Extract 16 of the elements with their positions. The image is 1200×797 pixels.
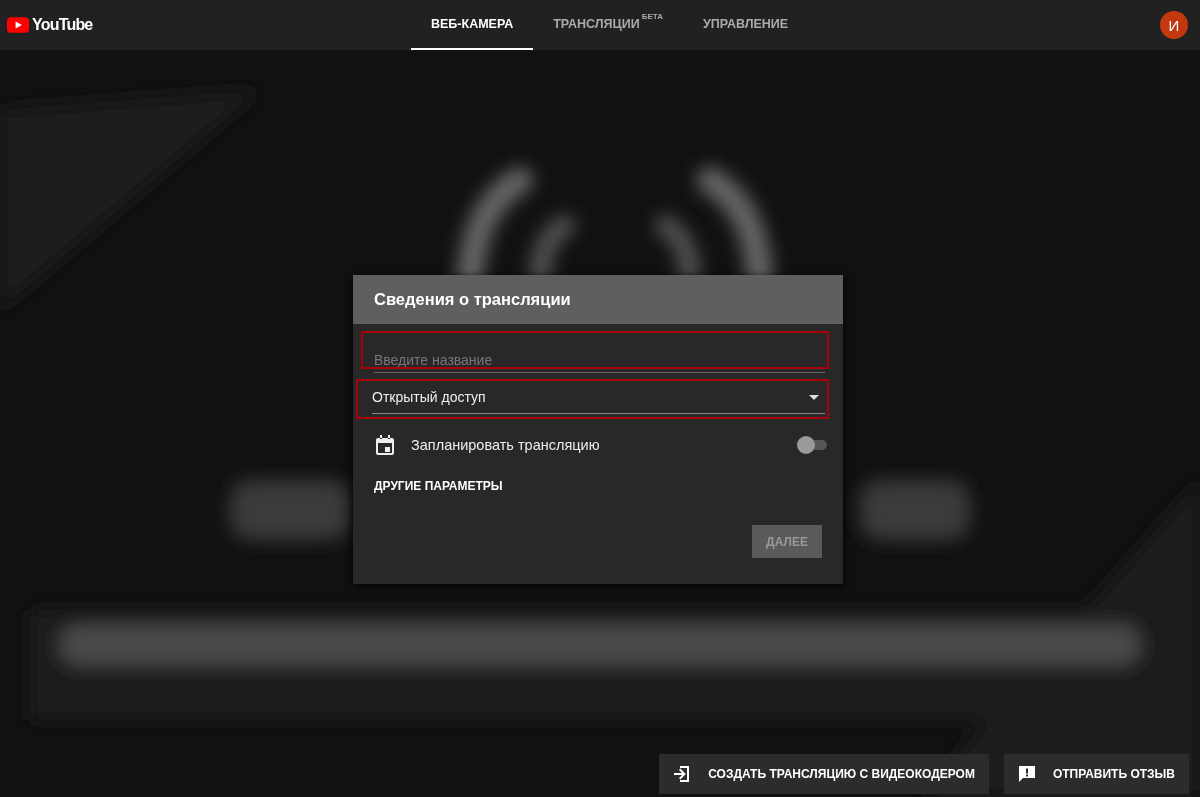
more-options-link[interactable]: ДРУГИЕ ПАРАМЕТРЫ bbox=[374, 475, 503, 497]
encoder-stream-button[interactable]: СОЗДАТЬ ТРАНСЛЯЦИЮ С ВИДЕОКОДЕРОМ bbox=[659, 754, 989, 794]
enter-icon bbox=[673, 765, 692, 783]
privacy-dropdown[interactable]: Открытый доступ bbox=[372, 389, 825, 414]
caret-icon bbox=[809, 394, 819, 400]
nav-tab[interactable]: УПРАВЛЕНИЕ bbox=[682, 0, 809, 50]
avatar[interactable]: И bbox=[1160, 11, 1188, 39]
schedule-label: Запланировать трансляцию bbox=[411, 437, 600, 453]
nav-tab[interactable]: ТРАНСЛЯЦИИ $^{БЕТА}$ bbox=[533, 0, 683, 50]
play-logo-icon[interactable] bbox=[7, 17, 29, 33]
feedback-icon bbox=[1017, 765, 1036, 783]
calendar-icon bbox=[376, 435, 394, 455]
feedback-button[interactable]: ОТПРАВИТЬ ОТЗЫВ bbox=[1003, 754, 1189, 794]
title-field[interactable]: Введите название bbox=[374, 346, 825, 373]
logo-text[interactable]: YouTube bbox=[32, 16, 93, 34]
dialog-title: Сведения о трансляции bbox=[374, 290, 571, 309]
